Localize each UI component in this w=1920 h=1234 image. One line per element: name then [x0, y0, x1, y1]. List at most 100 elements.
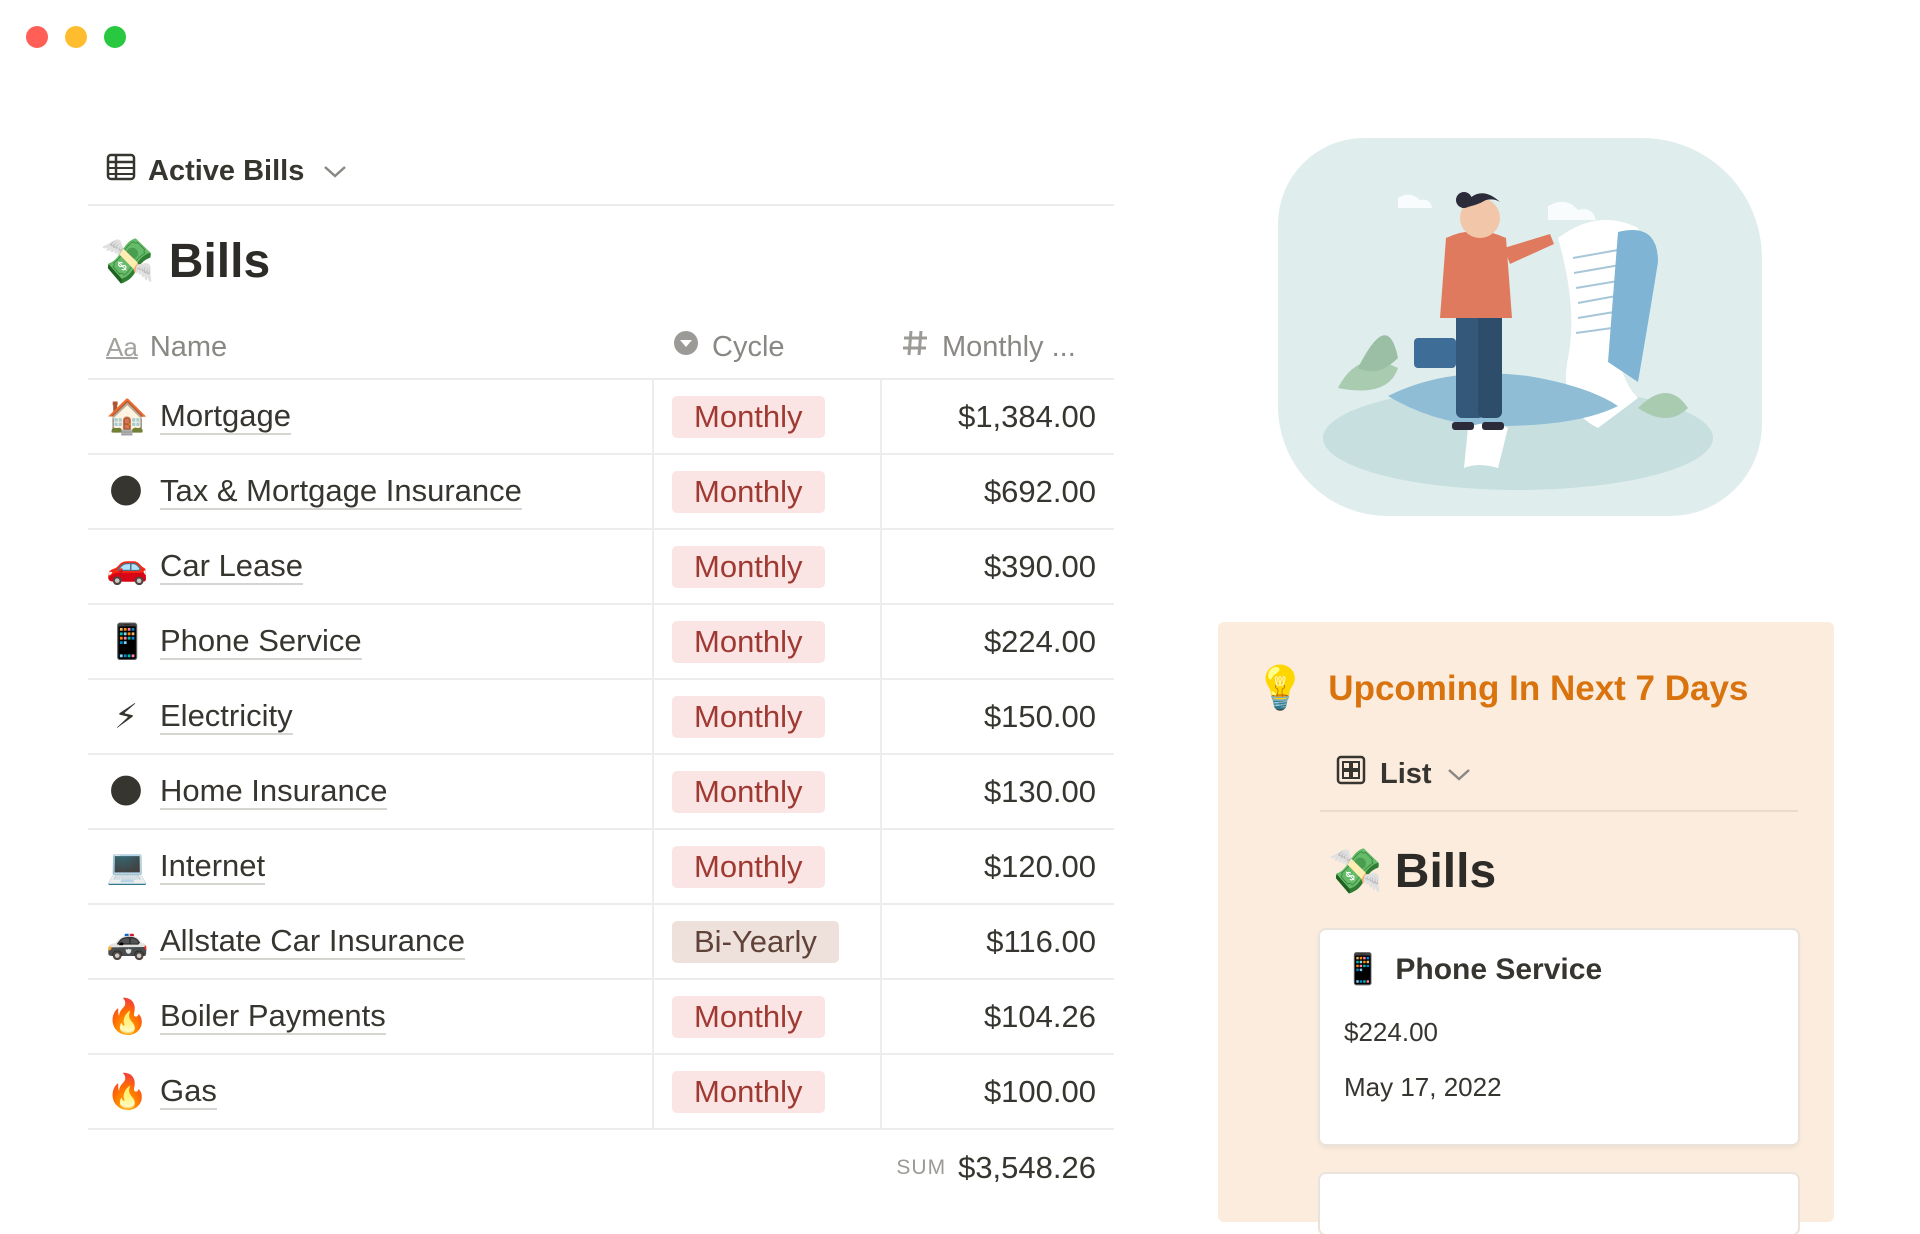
column-header-label: Name	[149, 330, 228, 363]
cycle-cell[interactable]: Monthly	[654, 1055, 882, 1128]
amount-cell[interactable]: $224.00	[882, 605, 1114, 678]
table-header: Aa Name Cycle Monthly ...	[88, 316, 1114, 380]
sum-value: $3,548.26	[958, 1150, 1096, 1185]
bill-name-link[interactable]: Phone Service	[160, 623, 362, 660]
column-header-label: Monthly ...	[942, 330, 1076, 363]
cycle-cell[interactable]: Monthly	[654, 455, 882, 528]
callout-title: Upcoming In Next 7 Days	[1328, 668, 1749, 708]
list-view-switcher[interactable]: List	[1320, 738, 1798, 812]
view-switcher[interactable]: Active Bills	[88, 138, 1114, 206]
column-header-label: Cycle	[712, 330, 785, 363]
name-cell: 🏠 Mortgage	[88, 380, 654, 453]
car-icon: 🚗	[106, 547, 149, 586]
card-title-text: Phone Service	[1395, 952, 1603, 986]
name-cell: 🌑 Tax & Mortgage Insurance	[88, 455, 654, 528]
bill-name-link[interactable]: Allstate Car Insurance	[160, 923, 465, 960]
card-amount: $224.00	[1344, 1017, 1438, 1047]
gallery-card-partial[interactable]	[1320, 1174, 1798, 1234]
table-row[interactable]: ⚡ Electricity Monthly $150.00	[88, 680, 1114, 755]
amount-cell[interactable]: $130.00	[882, 755, 1114, 828]
table-row[interactable]: 🚗 Car Lease Monthly $390.00	[88, 530, 1114, 605]
bill-name-link[interactable]: Tax & Mortgage Insurance	[160, 473, 522, 510]
amount-cell[interactable]: $1,384.00	[882, 380, 1114, 453]
cycle-tag: Monthly	[672, 1070, 825, 1113]
column-header-cycle[interactable]: Cycle	[654, 329, 882, 365]
cycle-cell[interactable]: Monthly	[654, 605, 882, 678]
gallery-card[interactable]: 📱 Phone Service $224.00 May 17, 2022	[1320, 930, 1798, 1144]
lightbulb-icon[interactable]: 💡	[1254, 664, 1306, 713]
amount-cell[interactable]: $120.00	[882, 830, 1114, 903]
callout-header: 💡 Upcoming In Next 7 Days	[1254, 664, 1748, 713]
linked-database-title-text: Bills	[1394, 844, 1497, 898]
upcoming-callout: 💡 Upcoming In Next 7 Days List 💸 Bills 📱…	[1218, 622, 1834, 1234]
bill-name-link[interactable]: Mortgage	[160, 398, 291, 435]
bill-name-link[interactable]: Boiler Payments	[160, 998, 386, 1035]
name-cell: 📱 Phone Service	[88, 605, 654, 678]
table-row[interactable]: 📱 Phone Service Monthly $224.00	[88, 605, 1114, 680]
bills-table-block: Active Bills 💸 Bills Aa Name Cycle Month…	[88, 138, 1114, 1206]
name-cell: ⚡ Electricity	[88, 680, 654, 753]
database-title[interactable]: 💸 Bills	[88, 206, 1114, 316]
name-cell: 🚗 Car Lease	[88, 530, 654, 603]
cycle-tag: Monthly	[672, 395, 825, 438]
amount-cell[interactable]: $100.00	[882, 1055, 1114, 1128]
cycle-tag: Monthly	[672, 695, 825, 738]
minimize-window-button[interactable]	[65, 26, 87, 48]
cycle-tag: Monthly	[672, 770, 825, 813]
police-car-icon: 🚓	[106, 922, 149, 961]
phone-icon: 📱	[106, 622, 149, 661]
money-icon: 💸	[1328, 847, 1383, 896]
cycle-cell[interactable]: Monthly	[654, 380, 882, 453]
table-row[interactable]: 🌑 Home Insurance Monthly $130.00	[88, 755, 1114, 830]
text-property-icon: Aa	[106, 331, 138, 362]
cycle-cell[interactable]: Monthly	[654, 680, 882, 753]
bill-name-link[interactable]: Internet	[160, 848, 266, 885]
select-property-icon	[672, 329, 700, 365]
name-cell: 🔥 Boiler Payments	[88, 980, 654, 1053]
column-header-name[interactable]: Aa Name	[88, 331, 654, 364]
amount-cell[interactable]: $104.26	[882, 980, 1114, 1053]
cycle-tag: Monthly	[672, 470, 825, 513]
table-row[interactable]: 🌑 Tax & Mortgage Insurance Monthly $692.0…	[88, 455, 1114, 530]
column-header-monthly[interactable]: Monthly ...	[882, 328, 1114, 366]
close-window-button[interactable]	[26, 26, 48, 48]
table-row[interactable]: 🔥 Boiler Payments Monthly $104.26	[88, 980, 1114, 1055]
number-property-icon	[900, 328, 930, 366]
cycle-cell[interactable]: Monthly	[654, 980, 882, 1053]
linked-database: List 💸 Bills 📱 Phone Service $224.00 May…	[1320, 738, 1798, 1234]
card-date: May 17, 2022	[1344, 1072, 1502, 1102]
phone-icon: 📱	[1344, 953, 1382, 986]
cycle-tag: Monthly	[672, 845, 825, 888]
table-icon	[106, 152, 136, 190]
moon-icon: 🌑	[108, 772, 144, 811]
database-title-text: Bills	[168, 234, 271, 288]
cycle-cell[interactable]: Bi-Yearly	[654, 905, 882, 978]
window-controls	[26, 26, 126, 48]
cycle-tag: Monthly	[672, 620, 825, 663]
linked-database-title[interactable]: 💸 Bills	[1320, 812, 1798, 930]
bill-name-link[interactable]: Electricity	[160, 698, 293, 735]
table-row[interactable]: 💻 Internet Monthly $120.00	[88, 830, 1114, 905]
lightning-icon: ⚡	[114, 697, 138, 736]
table-body: 🏠 Mortgage Monthly $1,384.00 🌑 Tax & Mortg…	[88, 380, 1114, 1130]
bill-name-link[interactable]: Home Insurance	[160, 773, 388, 810]
cycle-tag: Monthly	[672, 995, 825, 1038]
cycle-cell[interactable]: Monthly	[654, 530, 882, 603]
bill-name-link[interactable]: Car Lease	[160, 548, 304, 585]
amount-cell[interactable]: $692.00	[882, 455, 1114, 528]
cycle-cell[interactable]: Monthly	[654, 830, 882, 903]
house-icon: 🏠	[106, 397, 149, 436]
table-row[interactable]: 🔥 Gas Monthly $100.00	[88, 1055, 1114, 1130]
zoom-window-button[interactable]	[104, 26, 126, 48]
chevron-down-icon	[1446, 758, 1472, 791]
calculation-row[interactable]: SUM $3,548.26	[88, 1130, 1114, 1206]
table-row[interactable]: 🏠 Mortgage Monthly $1,384.00	[88, 380, 1114, 455]
bill-name-link[interactable]: Gas	[160, 1073, 217, 1110]
cycle-cell[interactable]: Monthly	[654, 755, 882, 828]
cycle-tag: Monthly	[672, 545, 825, 588]
amount-cell[interactable]: $150.00	[882, 680, 1114, 753]
amount-cell[interactable]: $116.00	[882, 905, 1114, 978]
fire-icon: 🔥	[106, 997, 149, 1036]
table-row[interactable]: 🚓 Allstate Car Insurance Bi-Yearly $116.0…	[88, 905, 1114, 980]
amount-cell[interactable]: $390.00	[882, 530, 1114, 603]
